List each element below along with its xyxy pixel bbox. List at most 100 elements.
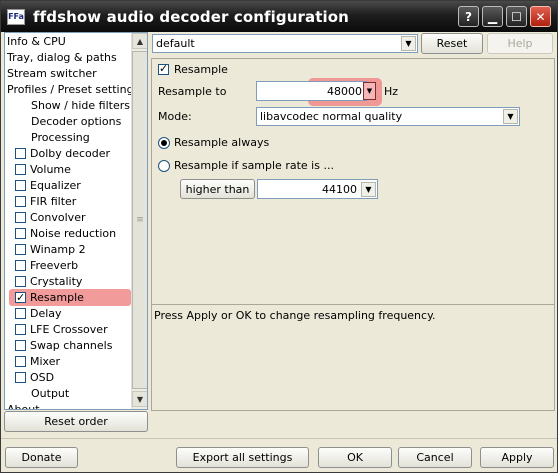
close-icon[interactable]: ✕ [530, 6, 551, 27]
description-text: Press Apply or OK to change resampling f… [154, 309, 436, 322]
filter-checkbox[interactable] [15, 340, 26, 351]
tree-item[interactable]: Stream switcher [7, 66, 97, 82]
tree-item-label: Mixer [30, 355, 61, 368]
filter-checkbox[interactable] [15, 212, 26, 223]
tree-item[interactable]: Info & CPU [7, 34, 66, 50]
condition-button[interactable]: higher than [180, 179, 255, 199]
tree-item[interactable]: About [7, 402, 40, 410]
condition-value: 44100 [322, 182, 357, 196]
condition-value-select[interactable]: 44100 ▼ [257, 179, 378, 199]
tree-item-label: LFE Crossover [30, 323, 108, 336]
help-button[interactable]: Help [487, 33, 553, 54]
chevron-down-icon[interactable]: ▼ [401, 36, 416, 51]
filter-checkbox[interactable] [15, 372, 26, 383]
filter-checkbox[interactable] [15, 228, 26, 239]
tree-item[interactable]: Equalizer [15, 178, 81, 194]
tree-item[interactable]: Processing [31, 130, 90, 146]
tree-item[interactable]: FIR filter [15, 194, 76, 210]
tree-item[interactable]: Delay [15, 306, 62, 322]
export-settings-button[interactable]: Export all settings [176, 447, 309, 468]
donate-button[interactable]: Donate [5, 447, 78, 468]
scroll-thumb[interactable]: ≡ [132, 51, 147, 389]
title-bar[interactable]: FFa ffdshow audio decoder configuration … [1, 1, 557, 32]
tree-item-label: OSD [30, 371, 55, 384]
tree-item-label: Decoder options [31, 115, 122, 128]
resample-panel: Resample Resample to 48000 ▼ Hz Mode: li… [151, 58, 555, 305]
filter-checkbox[interactable] [15, 356, 26, 367]
filter-checkbox[interactable] [15, 164, 26, 175]
filter-checkbox[interactable] [15, 324, 26, 335]
resample-to-input[interactable]: 48000 [256, 81, 367, 101]
filter-checkbox[interactable] [15, 308, 26, 319]
cancel-button[interactable]: Cancel [398, 447, 472, 468]
tree-item-label: Volume [30, 163, 71, 176]
resample-if-radio[interactable] [158, 160, 170, 172]
app-icon: FFa [7, 8, 25, 25]
minimize-icon[interactable]: ▁ [482, 6, 503, 27]
tree-item[interactable]: Crystality [15, 274, 82, 290]
tree-item[interactable]: Volume [15, 162, 71, 178]
tree-item[interactable]: Tray, dialog & paths [7, 50, 117, 66]
tree-item[interactable]: Freeverb [15, 258, 78, 274]
tree-item-label: Show / hide filters [31, 99, 130, 112]
resample-to-label: Resample to [158, 85, 227, 98]
tree-item-label: Noise reduction [30, 227, 117, 240]
tree-scrollbar[interactable]: ▲ ≡ ▼ [131, 33, 147, 409]
tree-item-label: Stream switcher [7, 67, 97, 80]
ok-button[interactable]: OK [318, 447, 392, 468]
tree-item-label: Freeverb [30, 259, 79, 272]
tree-item[interactable]: Decoder options [31, 114, 121, 130]
tree-item[interactable]: Noise reduction [15, 226, 116, 242]
chevron-down-icon[interactable]: ▼ [361, 181, 376, 197]
tree-item[interactable]: LFE Crossover [15, 322, 108, 338]
tree-item[interactable]: Convolver [15, 210, 85, 226]
tree-item-label: Convolver [30, 211, 86, 224]
tree-item[interactable]: Swap channels [15, 338, 112, 354]
resample-always-radio[interactable] [158, 137, 170, 149]
tree-item[interactable]: Mixer [15, 354, 60, 370]
filter-checkbox[interactable] [15, 244, 26, 255]
tree-item-label: Profiles / Preset settings [7, 83, 140, 96]
mode-value: libavcodec normal quality [260, 110, 403, 123]
chevron-down-icon[interactable]: ▼ [503, 109, 518, 124]
maximize-icon[interactable]: ☐ [506, 6, 527, 27]
filter-checkbox[interactable] [15, 148, 26, 159]
tree-item-label: Winamp 2 [30, 243, 86, 256]
tree-item-label: Processing [31, 131, 90, 144]
window-title: ffdshow audio decoder configuration [33, 7, 349, 26]
settings-tree[interactable]: Info & CPU Tray, dialog & paths Stream swi… [4, 32, 148, 410]
tree-item[interactable]: Profiles / Preset settings [7, 82, 139, 98]
tree-item-label: Swap channels [30, 339, 113, 352]
filter-checkbox[interactable] [15, 276, 26, 287]
tree-item-label: Output [31, 387, 70, 400]
tree-item-label: Resample [30, 291, 84, 304]
reset-order-button[interactable]: Reset order [4, 411, 148, 432]
resample-enable-checkbox[interactable] [158, 62, 169, 75]
mode-select[interactable]: libavcodec normal quality ▼ [256, 107, 520, 126]
tree-item-label: Info & CPU [7, 35, 66, 48]
tree-item-label: FIR filter [30, 195, 77, 208]
tree-item[interactable]: Resample [15, 290, 84, 306]
resample-to-dropdown-icon[interactable]: ▼ [363, 82, 376, 100]
tree-item[interactable]: Show / hide filters [31, 98, 130, 114]
tree-item[interactable]: Winamp 2 [15, 242, 86, 258]
filter-checkbox[interactable] [15, 180, 26, 191]
reset-button[interactable]: Reset [421, 33, 483, 54]
scroll-up-icon[interactable]: ▲ [132, 33, 147, 49]
tree-item-label: Equalizer [30, 179, 81, 192]
tree-item[interactable]: Dolby decoder [15, 146, 110, 162]
resample-if-label: Resample if sample rate is ... [174, 159, 334, 172]
tree-item-label: Delay [30, 307, 62, 320]
filter-checkbox[interactable] [15, 290, 26, 306]
tree-item[interactable]: Output [31, 386, 69, 402]
dialog-window: FFa ffdshow audio decoder configuration … [0, 0, 558, 473]
resample-always-label: Resample always [174, 136, 270, 149]
filter-checkbox[interactable] [15, 260, 26, 271]
scroll-down-icon[interactable]: ▼ [132, 391, 147, 407]
tree-item[interactable]: OSD [15, 370, 54, 386]
help-title-button[interactable]: ? [458, 6, 479, 27]
filter-checkbox[interactable] [15, 196, 26, 207]
apply-button[interactable]: Apply [480, 447, 554, 468]
preset-select[interactable]: default ▼ [152, 34, 418, 53]
tree-item-label: About [7, 403, 40, 410]
